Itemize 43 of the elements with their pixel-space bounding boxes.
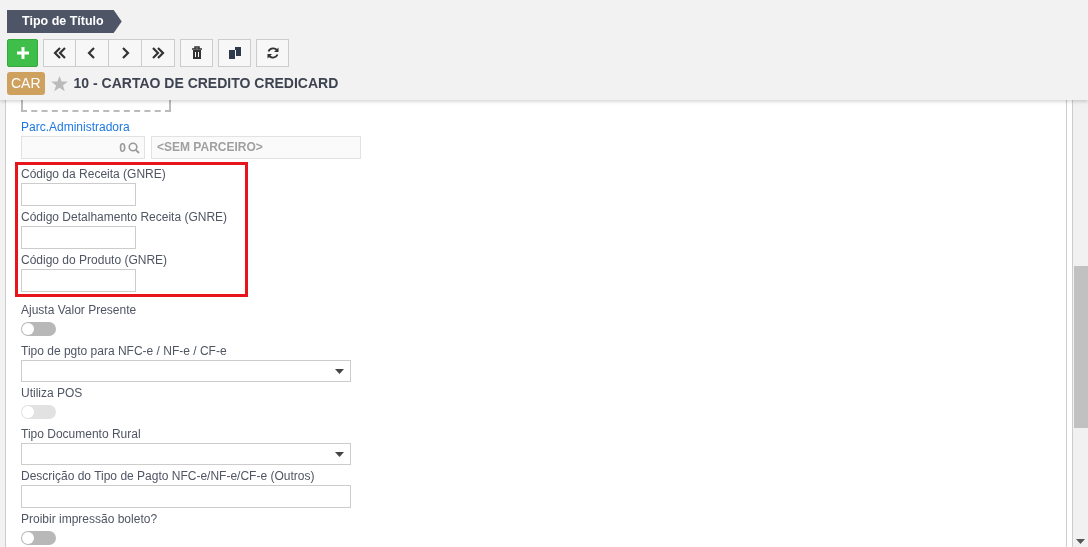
field-label: Utiliza POS xyxy=(21,385,83,401)
record-badge: CAR xyxy=(7,72,45,95)
add-icon xyxy=(15,46,30,60)
copy-button[interactable] xyxy=(218,39,251,67)
add-button[interactable] xyxy=(7,39,38,67)
select-field[interactable] xyxy=(21,443,351,465)
field-link[interactable]: Parc.Administradora xyxy=(21,119,130,135)
search-icon[interactable] xyxy=(128,141,140,154)
code-field[interactable]: 0 xyxy=(21,136,145,159)
field-label: Ajusta Valor Presente xyxy=(21,302,137,318)
field-label: Descrição do Tipo de Pagto NFC-e/NF-e/CF-e (Outros) xyxy=(21,468,315,484)
scroll-down-icon[interactable] xyxy=(1076,539,1085,544)
copy-icon xyxy=(227,46,242,60)
chevron-right-button[interactable] xyxy=(109,39,142,67)
trash-button[interactable] xyxy=(180,39,213,67)
refresh-icon xyxy=(265,46,280,60)
double-left-icon xyxy=(52,46,67,60)
input-field[interactable] xyxy=(21,269,136,292)
star-icon[interactable] xyxy=(50,75,68,92)
toggle-switch[interactable] xyxy=(21,322,56,336)
breadcrumb-tag: Tipo de Título xyxy=(7,10,122,33)
partner-field: <SEM PARCEIRO> xyxy=(151,136,361,159)
field-label: Tipo Documento Rural xyxy=(21,426,141,442)
dropdown-icon xyxy=(335,368,344,374)
field-label: Código Detalhamento Receita (GNRE) xyxy=(21,209,228,225)
field-label: Proibir impressão boleto? xyxy=(21,511,158,527)
dropdown-icon xyxy=(335,451,344,457)
field-label: Código da Receita (GNRE) xyxy=(21,166,166,182)
field-label: Código do Produto (GNRE) xyxy=(21,252,168,268)
scroll-thumb[interactable] xyxy=(1074,266,1088,428)
double-left-button[interactable] xyxy=(43,39,76,67)
input-field[interactable] xyxy=(21,183,136,206)
input-field[interactable] xyxy=(21,226,136,249)
select-field[interactable] xyxy=(21,360,351,382)
field-label: Tipo de pgto para NFC-e / NF-e / CF-e xyxy=(21,343,227,359)
trash-icon xyxy=(189,46,204,60)
double-right-icon xyxy=(151,46,165,60)
chevron-left-button[interactable] xyxy=(76,39,109,67)
refresh-button[interactable] xyxy=(256,39,289,67)
double-right-button[interactable] xyxy=(142,39,175,67)
record-title: 10 - CARTAO DE CREDITO CREDICARD xyxy=(73,74,339,93)
input-field[interactable] xyxy=(21,485,351,508)
toggle-switch[interactable] xyxy=(21,531,56,545)
